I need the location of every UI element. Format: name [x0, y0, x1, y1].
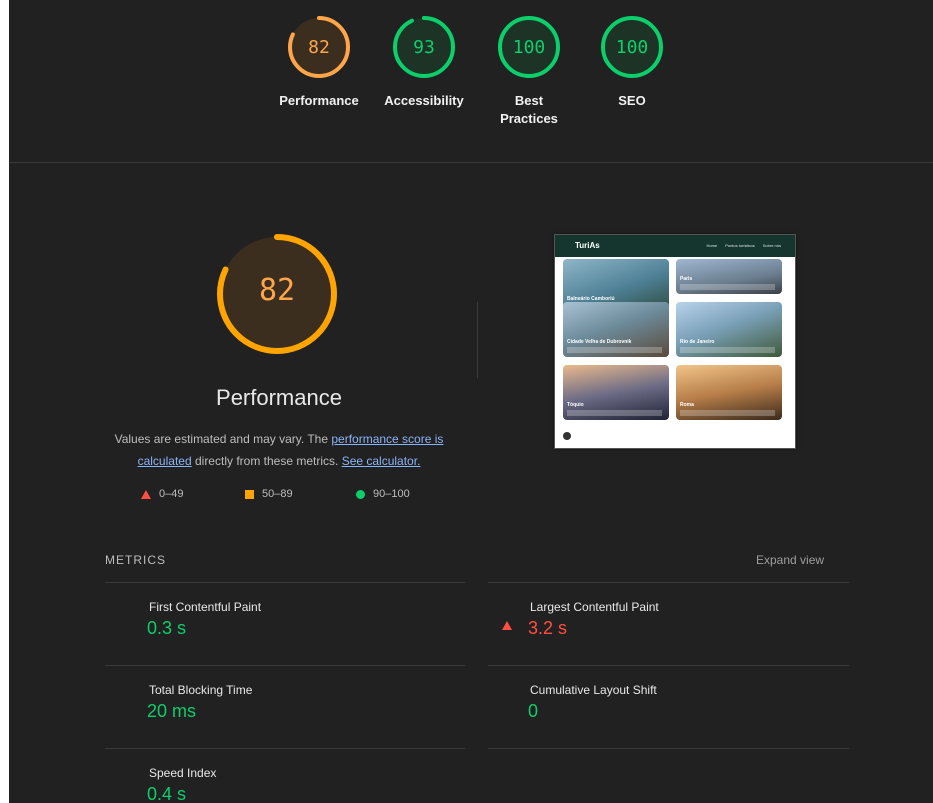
legend-average: 50–89 [245, 488, 293, 500]
thumbnail-nav-item: Pontos turísticos [725, 243, 755, 248]
gauge-score: 93 [413, 37, 435, 58]
thumbnail-card-text [567, 410, 662, 416]
legend-average-label: 50–89 [262, 488, 293, 500]
metric-label: Cumulative Layout Shift [530, 683, 657, 697]
gauge-score: 82 [308, 37, 330, 58]
performance-title: Performance [216, 385, 342, 410]
metric-label: Speed Index [149, 766, 217, 780]
thumbnail-card: Cidade Velha de Dubrovnik [563, 302, 669, 357]
performance-description: Values are estimated and may vary. The p… [104, 428, 454, 472]
thumbnail-nav: Home Pontos turísticos Sobre nós [707, 243, 781, 248]
thumbnail-nav-item: Home [706, 243, 718, 248]
status-icon [502, 604, 512, 630]
divider [105, 748, 465, 749]
thumbnail-card-text [680, 284, 775, 290]
score-summary: 82 Performance 93 Accessibility 100 Best… [9, 0, 933, 163]
lighthouse-report: 82 Performance 93 Accessibility 100 Best… [9, 0, 933, 803]
metric-value: 20 ms [147, 701, 197, 721]
circle-icon [356, 489, 365, 499]
gauge-score: 100 [615, 37, 649, 58]
divider [105, 665, 465, 666]
metric-label: Largest Contentful Paint [530, 600, 659, 614]
gauge-label: SEO [618, 93, 646, 108]
thumbnail-card: Roma [676, 365, 782, 420]
legend-fail: 0–49 [141, 488, 183, 500]
metrics-header: METRICS [105, 553, 166, 567]
thumbnail-card: Tóquio [563, 365, 669, 420]
gauge-label: Performance [279, 93, 359, 108]
gauge-label: Best Practices [500, 93, 558, 126]
expand-view-toggle[interactable]: Expand view [756, 553, 824, 567]
thumbnail-card-title: Paris [680, 276, 693, 282]
legend-pass-label: 90–100 [373, 488, 410, 500]
divider [477, 302, 478, 378]
gauge-seo[interactable]: 100 SEO [584, 14, 680, 110]
thumbnail-card-title: Rio de Janeiro [680, 339, 715, 345]
final-screenshot[interactable]: TuriAs Home Pontos turísticos Sobre nós … [554, 234, 796, 449]
divider [488, 748, 849, 749]
gauge-label: Accessibility [384, 93, 464, 108]
thumbnail-card-text [567, 347, 662, 353]
thumbnail-card-title: Cidade Velha de Dubrovnik [567, 339, 632, 345]
thumbnail-card-text [680, 347, 775, 353]
gauge-score: 100 [512, 37, 546, 58]
legend-pass: 90–100 [356, 488, 410, 500]
divider [488, 582, 849, 583]
legend-fail-label: 0–49 [159, 488, 184, 500]
divider [488, 665, 849, 666]
metric-value: 3.2 s [528, 618, 568, 638]
square-icon [245, 489, 254, 499]
thumbnail-card-title: Tóquio [567, 402, 584, 408]
thumbnail-floating-button [563, 432, 571, 440]
thumbnail-nav-item: Sobre nós [762, 243, 781, 248]
triangle-icon [141, 489, 151, 499]
thumbnail-card: Paris [676, 259, 782, 294]
performance-score: 82 [258, 273, 296, 308]
description-text: directly from these metrics. [191, 454, 342, 468]
thumbnail-navbar: TuriAs Home Pontos turísticos Sobre nós [555, 235, 795, 257]
gauge-performance[interactable]: 82 Performance [271, 14, 367, 110]
metric-value: 0 [528, 701, 539, 721]
metric-label: First Contentful Paint [149, 600, 262, 614]
thumbnail-card-title: Roma [680, 402, 694, 408]
metric-value: 0.3 s [147, 618, 187, 638]
gauge-best-practices[interactable]: 100 Best Practices [481, 14, 577, 128]
metric-label: Total Blocking Time [149, 683, 253, 697]
thumbnail-card: Rio de Janeiro [676, 302, 782, 357]
thumbnail-brand: TuriAs [575, 241, 600, 250]
thumbnail-card-text [680, 410, 775, 416]
description-text: Values are estimated and may vary. The [114, 432, 332, 446]
performance-gauge: 82 [215, 232, 339, 356]
divider [105, 582, 465, 583]
metric-value: 0.4 s [147, 784, 187, 803]
gauge-accessibility[interactable]: 93 Accessibility [376, 14, 472, 110]
see-calculator-link[interactable]: See calculator. [342, 454, 421, 468]
